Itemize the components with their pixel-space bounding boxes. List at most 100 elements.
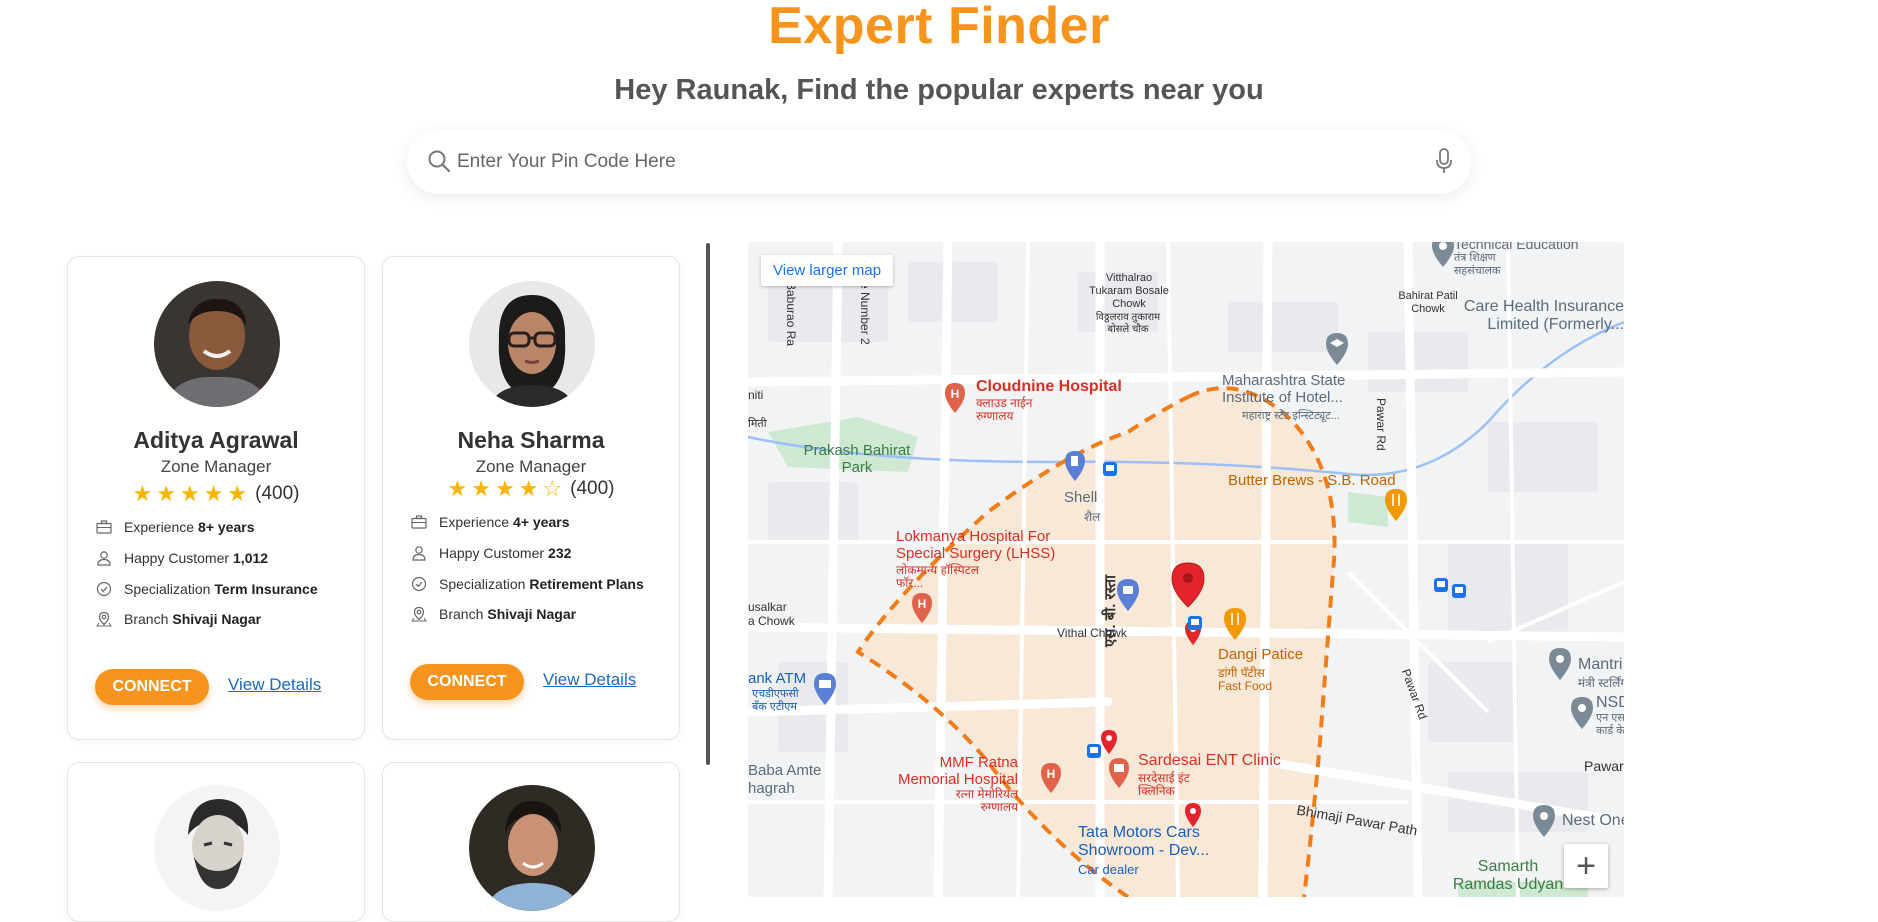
selected-location-marker-icon[interactable] — [1171, 562, 1205, 608]
hospital-marker-icon[interactable]: H — [911, 592, 933, 624]
happy-customer-label: Happy Customer — [439, 545, 545, 561]
map-label-maharashtra-mr: महाराष्ट्र स्टेट इन्स्टिट्यूट... — [1242, 410, 1340, 422]
place-marker-icon[interactable] — [1532, 804, 1556, 838]
branch-label: Branch — [439, 606, 484, 622]
expert-card — [382, 762, 680, 922]
view-larger-map-link[interactable]: View larger map — [761, 255, 894, 286]
expert-card — [67, 762, 365, 922]
location-pin-icon — [96, 611, 112, 627]
map-label-atm: ank ATM — [748, 670, 807, 687]
check-circle-icon — [96, 581, 112, 597]
specialization-row: Specialization Term Insurance — [96, 581, 318, 597]
bus-stop-icon[interactable] — [1103, 462, 1117, 476]
map-label-usalkar: usalkar — [748, 600, 787, 614]
user-icon — [97, 551, 111, 566]
star-filled-icon: ★ — [227, 481, 248, 506]
map-label-sb-road-mr: एस. बी. रस्ता — [1102, 575, 1119, 647]
avatar — [469, 281, 595, 407]
experience-label: Experience — [439, 514, 510, 530]
branch-label: Branch — [124, 611, 169, 627]
map-label-tata-type: Car dealer — [1078, 862, 1139, 877]
map-label-usalkar-2: a Chowk — [748, 614, 795, 628]
map-label-mmf: MMF Ratna Memorial Hospital — [897, 754, 1018, 788]
map-label-number2: e Number 2 — [858, 282, 872, 345]
map-label-nsdl-mr: एन एस कार्ड के — [1596, 712, 1624, 737]
clinic-marker-icon[interactable] — [1108, 757, 1130, 789]
rating-count: (400) — [570, 478, 615, 499]
happy-customer-label: Happy Customer — [124, 550, 230, 566]
search-bar — [407, 130, 1471, 194]
microphone-icon[interactable] — [1435, 148, 1453, 179]
map-label-lokmanya-mr: लोकमान्य हॉस्पिटल फॉर... — [896, 563, 979, 590]
map-label-samarth: Samarth Ramdas Udyan — [1452, 858, 1564, 893]
experience-row: Experience 4+ years — [411, 514, 570, 530]
map-label-technical: Technical Education — [1454, 242, 1579, 252]
bus-stop-icon[interactable] — [1087, 744, 1101, 758]
specialization-label: Specialization — [439, 576, 526, 592]
happy-customer-row: Happy Customer 232 — [411, 545, 571, 561]
rating: ★ ★ ★ ★ ★ (400) — [68, 483, 364, 505]
specialization-value: Term Insurance — [214, 581, 318, 597]
avatar — [469, 785, 595, 911]
map-label-mantri: Mantri Stee — [1578, 656, 1624, 673]
map-label-bahirat-patil: Bahirat Patil Chowk — [1398, 290, 1458, 315]
location-marker-icon[interactable] — [1100, 729, 1118, 755]
map-label-baba-amte-2: hagrah — [748, 780, 795, 797]
search-icon — [427, 149, 451, 178]
cards-scrollbar[interactable] — [706, 243, 710, 765]
connect-button[interactable]: CONNECT — [410, 664, 524, 700]
restaurant-marker-icon[interactable] — [1384, 488, 1408, 522]
map-label-vitthalrao: Vitthalrao Tukaram Bosale Chowk — [1089, 272, 1169, 310]
hospital-marker-icon[interactable]: H — [1040, 762, 1062, 794]
view-details-link[interactable]: View Details — [228, 675, 321, 695]
star-filled-icon: ★ — [203, 481, 224, 506]
map-label-care-health: Care Health Insurance Limited (Formerly.… — [1463, 298, 1624, 333]
specialization-row: Specialization Retirement Plans — [411, 576, 644, 592]
map-label-atm-mr: एचडीएफसी बँक एटीएम — [752, 688, 799, 713]
map-label-sardesai-mr: सरदेसाई इंट क्लिनिक — [1138, 771, 1190, 798]
place-marker-icon[interactable] — [1431, 242, 1455, 268]
map[interactable]: H H H Cloudnine Hospital क्लाउड नाईन रुग… — [748, 242, 1624, 897]
branch-row: Branch Shivaji Nagar — [411, 606, 576, 622]
expert-role: Zone Manager — [475, 457, 587, 476]
place-marker-icon[interactable] — [1548, 647, 1572, 681]
school-marker-icon[interactable] — [1325, 332, 1349, 366]
hospital-marker-icon[interactable]: H — [944, 382, 966, 414]
view-details-link[interactable]: View Details — [543, 670, 636, 690]
fuel-marker-icon[interactable] — [1064, 450, 1086, 482]
svg-text:H: H — [918, 597, 927, 611]
atm-marker-icon[interactable] — [813, 672, 837, 706]
happy-customer-row: Happy Customer 1,012 — [96, 550, 268, 566]
map-label-dangi: Dangi Patice — [1218, 646, 1304, 663]
branch-row: Branch Shivaji Nagar — [96, 611, 261, 627]
zoom-in-button[interactable]: + — [1564, 844, 1608, 888]
briefcase-icon — [411, 515, 427, 529]
location-pin-icon — [411, 606, 427, 622]
map-label-dangi-type: Fast Food — [1218, 679, 1273, 693]
map-label-mantri-mr: मंत्री स्टर्लिंग — [1578, 676, 1624, 690]
expert-name: Aditya Agrawal — [133, 427, 299, 453]
restaurant-marker-icon[interactable] — [1223, 607, 1247, 641]
bus-stop-icon[interactable] — [1434, 578, 1448, 592]
map-label-baba-amte: Baba Amte — [748, 762, 822, 779]
star-filled-icon: ★ — [518, 476, 539, 501]
bus-stop-icon[interactable] — [1188, 616, 1202, 630]
bus-stop-icon[interactable] — [1452, 584, 1466, 598]
happy-customer-value: 232 — [548, 545, 572, 561]
star-filled-icon: ★ — [494, 476, 515, 501]
page-title: Expert Finder — [768, 0, 1110, 55]
star-filled-icon: ★ — [447, 476, 468, 501]
happy-customer-value: 1,012 — [233, 550, 269, 566]
connect-button[interactable]: CONNECT — [95, 669, 209, 705]
map-label-cloudnine: Cloudnine Hospital — [976, 378, 1122, 395]
place-marker-icon[interactable] — [1570, 696, 1594, 730]
map-label-pawar: Pawar — [1584, 758, 1624, 774]
map-label-sardesai: Sardesai ENT Clinic — [1138, 752, 1281, 769]
pin-code-input[interactable] — [457, 144, 1397, 180]
user-icon — [412, 546, 426, 561]
branch-value: Shivaji Nagar — [487, 606, 577, 622]
map-label-niti: niti — [748, 388, 764, 402]
expert-card: Aditya Agrawal Zone Manager ★ ★ ★ ★ ★ (4… — [67, 256, 365, 740]
expert-card: Neha Sharma Zone Manager ★ ★ ★ ★ ☆ (400)… — [382, 256, 680, 740]
map-label-shell: Shell — [1064, 489, 1098, 506]
